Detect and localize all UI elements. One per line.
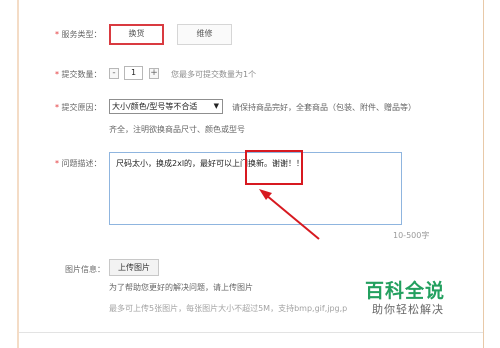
images-limits: 最多可上传5张图片，每张图片大小不超过5M，支持bmp,gif,jpg,p — [109, 304, 348, 313]
divider — [19, 332, 483, 333]
images-hint: 为了帮助您更好的解决问题，请上传图片 — [109, 283, 253, 292]
upload-image-button[interactable]: 上传图片 — [109, 259, 159, 276]
watermark-title: 百科全说 — [365, 280, 446, 302]
watermark-subtitle: 助你轻松解决 — [372, 303, 444, 316]
images-label: 图片信息： — [65, 265, 105, 274]
description-counter: 10-500字 — [393, 231, 430, 240]
